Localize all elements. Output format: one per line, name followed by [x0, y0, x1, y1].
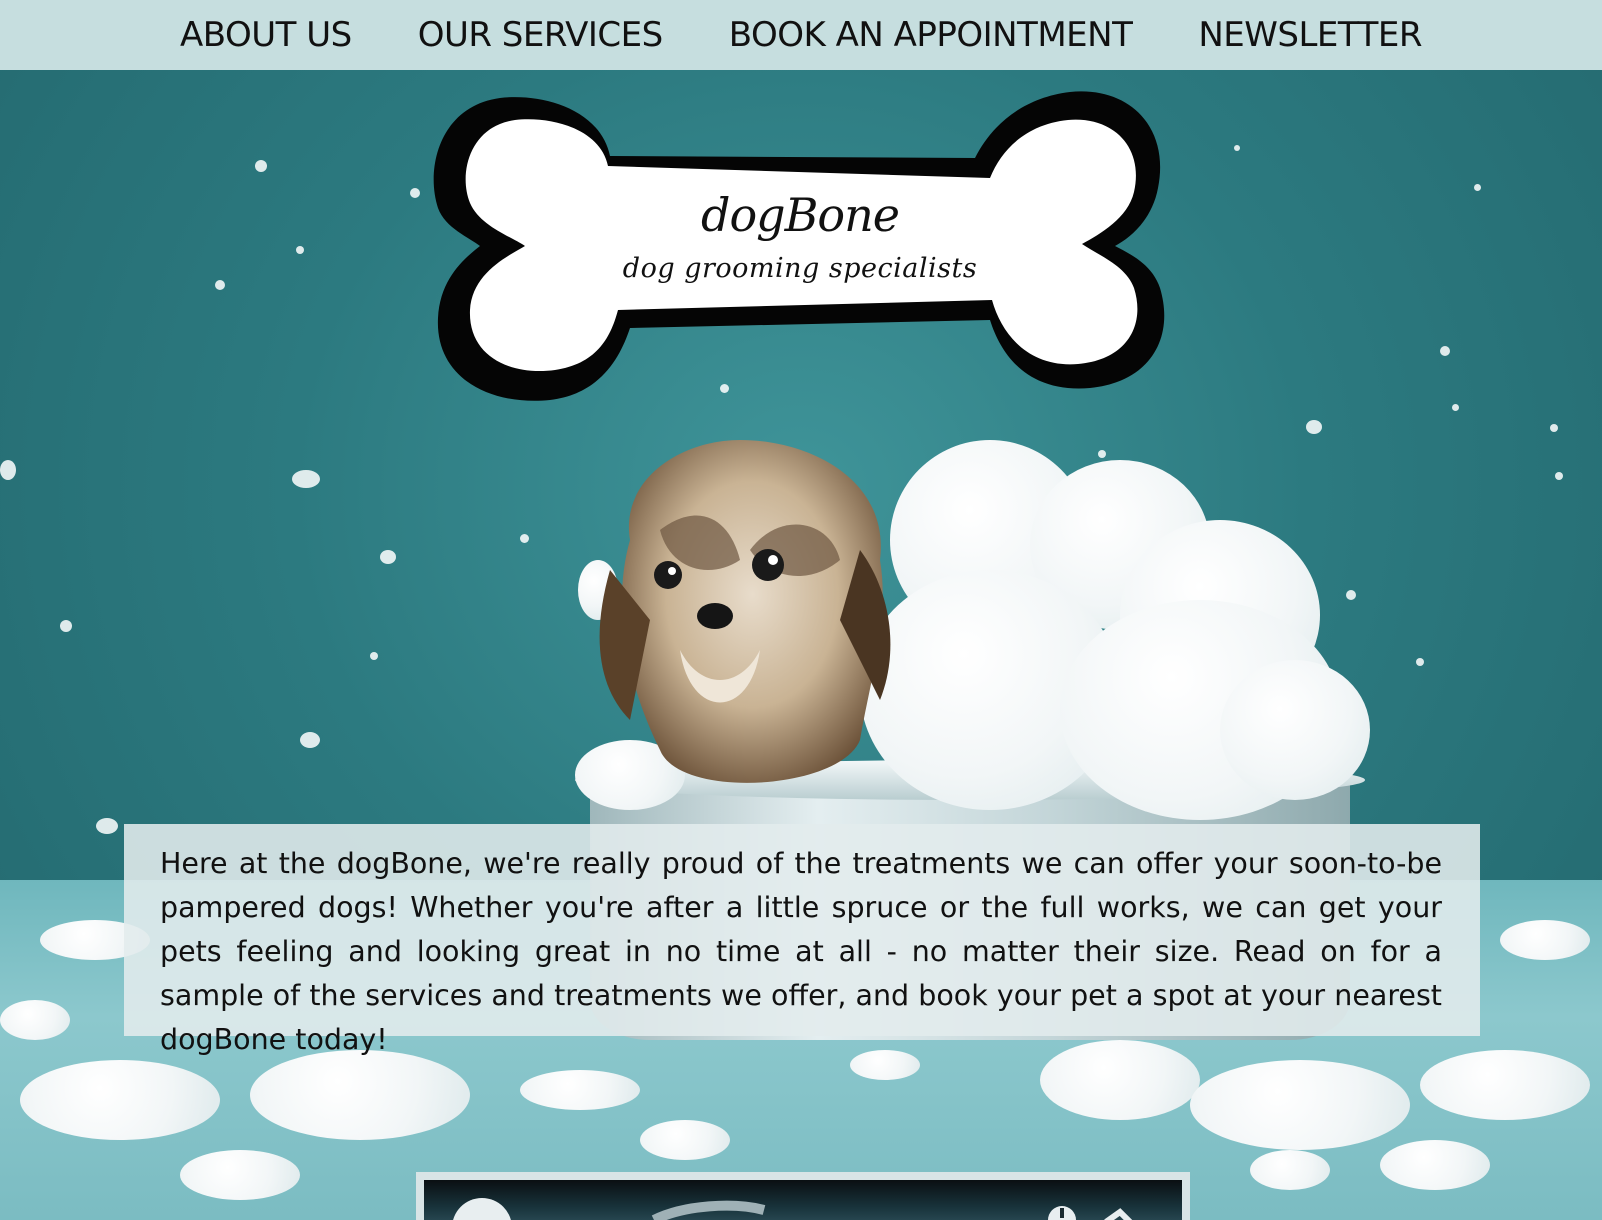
intro-text: Here at the dogBone, we're really proud … [160, 847, 1442, 1056]
video-thumbnail-icon [453, 1198, 1133, 1220]
intro-panel: Here at the dogBone, we're really proud … [124, 824, 1480, 1056]
nav-newsletter[interactable]: NEWSLETTER [1165, 15, 1455, 55]
foam-cloud [860, 430, 1380, 820]
brand-name: dogBone [701, 188, 900, 242]
nav-our-services[interactable]: OUR SERVICES [385, 15, 696, 55]
dog-image [599, 440, 891, 783]
video-frame[interactable] [424, 1180, 1182, 1220]
page: ABOUT US OUR SERVICES BOOK AN APPOINTMEN… [0, 0, 1602, 1220]
bone-logo-icon [433, 91, 1165, 401]
nav-about-us[interactable]: ABOUT US [147, 15, 385, 55]
logo[interactable]: dogBone dog grooming specialists [430, 88, 1170, 408]
main-nav: ABOUT US OUR SERVICES BOOK AN APPOINTMEN… [0, 0, 1602, 70]
video-embed[interactable] [416, 1172, 1190, 1220]
nav-book-appointment[interactable]: BOOK AN APPOINTMENT [696, 15, 1166, 55]
brand-tagline: dog grooming specialists [622, 253, 978, 284]
